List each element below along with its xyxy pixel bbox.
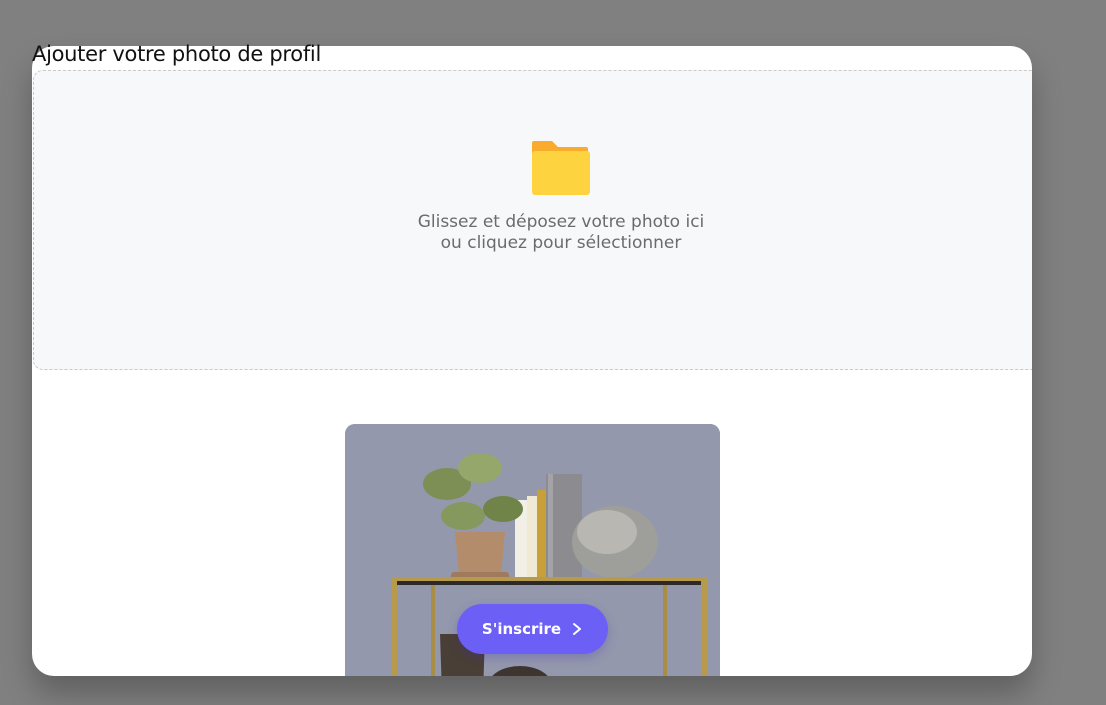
dropzone-instruction-secondary: ou cliquez pour sélectionner xyxy=(440,233,682,253)
signup-button-label: S'inscrire xyxy=(481,620,562,638)
photo-dropzone[interactable]: Glissez et déposez votre photo ici ou cl… xyxy=(33,70,1032,370)
folder-icon xyxy=(532,141,590,195)
upload-modal: Glissez et déposez votre photo ici ou cl… xyxy=(32,46,1032,676)
dropzone-instruction: Glissez et déposez votre photo ici xyxy=(417,212,705,232)
signup-button[interactable]: S'inscrire xyxy=(457,604,608,654)
chevron-right-icon xyxy=(573,623,582,635)
page-title: Ajouter votre photo de profil xyxy=(32,42,321,66)
